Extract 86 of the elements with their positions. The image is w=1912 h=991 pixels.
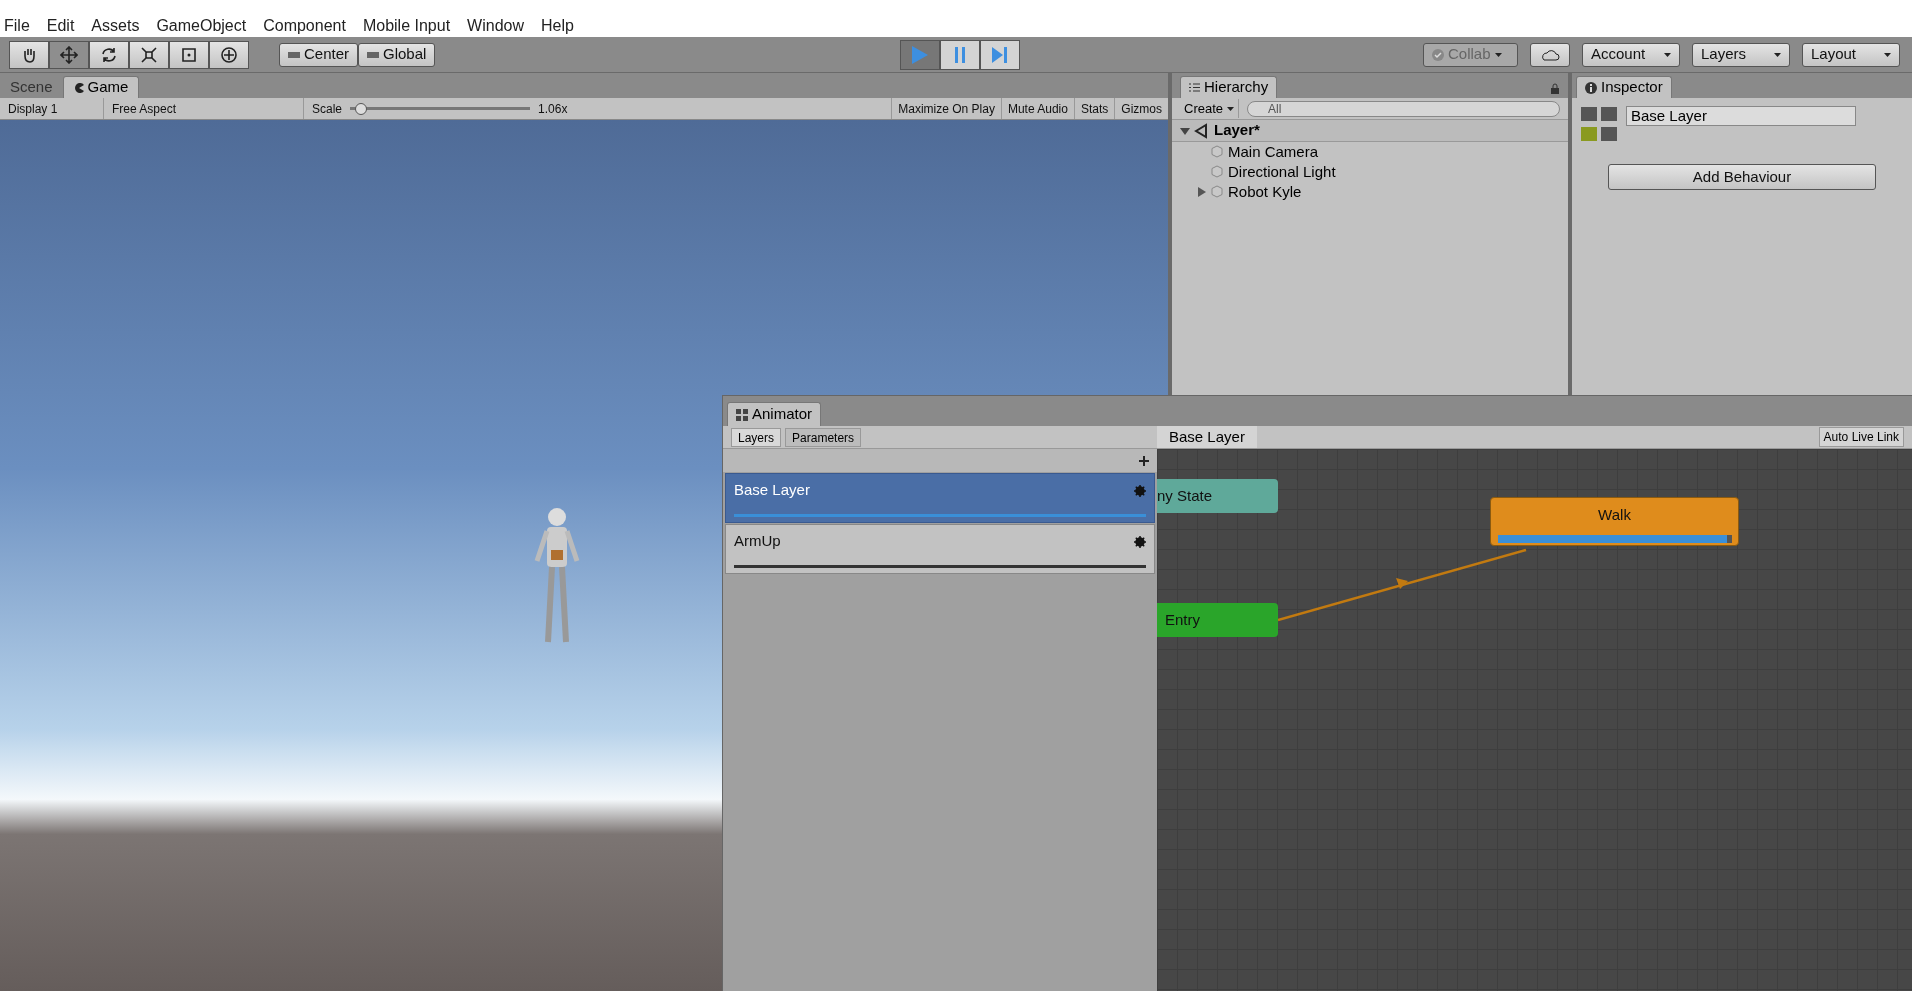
aspect-dropdown[interactable]: Free Aspect	[104, 98, 304, 119]
pacman-icon	[73, 82, 84, 93]
create-dropdown[interactable]: Create	[1180, 98, 1240, 119]
play-icon	[912, 45, 929, 64]
item-label: Robot Kyle	[1228, 181, 1302, 202]
pause-icon	[954, 46, 967, 63]
game-view-toggle[interactable]: Maximize On Play	[891, 98, 1001, 119]
breadcrumb[interactable]: Base Layer	[1157, 426, 1257, 448]
expand-arrow-icon[interactable]	[1180, 125, 1190, 136]
menu-item[interactable]: Component	[263, 13, 346, 38]
game-view-toggle[interactable]: Stats	[1073, 98, 1115, 119]
panel-tab[interactable]: Hierarchy	[1180, 76, 1278, 98]
cube-icon	[1210, 185, 1224, 199]
menu-item[interactable]: Mobile Input	[362, 13, 451, 38]
layers-dropdown[interactable]: Layers	[1692, 42, 1790, 67]
dropdown-caret-icon	[1494, 52, 1502, 57]
pivot-icon	[367, 49, 380, 60]
name-field[interactable]: Base Layer	[1626, 106, 1856, 126]
scale-slider-thumb[interactable]	[355, 102, 368, 115]
display-dropdown[interactable]: Display 1	[0, 98, 104, 119]
sidebar-tab[interactable]: Layers	[731, 427, 782, 447]
step-button[interactable]	[980, 39, 1021, 70]
game-view-toggle[interactable]: Mute Audio	[1000, 98, 1074, 119]
pivot-button[interactable]: Center	[279, 42, 359, 67]
hierarchy-item[interactable]: Robot Kyle	[1172, 182, 1568, 202]
view-tab[interactable]: Game	[62, 76, 140, 98]
hierarchy-item[interactable]: Main Camera	[1172, 142, 1568, 162]
add-behaviour-button[interactable]: Add Behaviour	[1608, 164, 1876, 190]
step-icon	[992, 46, 1009, 63]
view-tab[interactable]: Scene	[0, 76, 63, 98]
dropdown-caret-icon	[1884, 52, 1891, 57]
state-node[interactable]: Entry	[1157, 603, 1278, 637]
item-label: Main Camera	[1228, 141, 1319, 162]
panel-tab[interactable]: Inspector	[1576, 76, 1672, 98]
expand-arrow-icon	[1198, 187, 1206, 197]
scale-reading: 1.06x	[538, 100, 568, 118]
cloud-icon	[1540, 48, 1560, 61]
state-machine-icon	[1580, 106, 1618, 144]
tool-button[interactable]	[9, 40, 49, 69]
scale-icon	[140, 45, 158, 64]
pause-button[interactable]	[940, 39, 981, 70]
add-icon[interactable]	[1139, 455, 1149, 466]
rotate-icon	[100, 45, 118, 64]
dropdown-caret-icon	[1664, 52, 1671, 57]
tool-button[interactable]	[169, 40, 209, 69]
menu-item[interactable]: GameObject	[156, 13, 247, 38]
check-icon	[1432, 48, 1444, 61]
dropdown-caret-icon	[1774, 52, 1781, 57]
pivot-icon	[288, 49, 300, 60]
scale-slider[interactable]	[350, 102, 531, 115]
tool-button[interactable]	[89, 40, 129, 69]
item-label: Directional Light	[1228, 161, 1336, 182]
menu-item[interactable]: Window	[467, 13, 524, 38]
animator-layer-item[interactable]: ArmUp	[725, 524, 1155, 574]
info-icon	[1585, 81, 1597, 94]
menu-item[interactable]: Edit	[46, 13, 75, 38]
scene-row[interactable]: Layer*	[1172, 120, 1568, 142]
transform-icon	[220, 45, 238, 64]
cube-icon	[1210, 145, 1224, 159]
lock-icon[interactable]	[1550, 83, 1560, 94]
move-arrows-icon	[60, 45, 78, 64]
tool-button[interactable]	[49, 40, 89, 69]
scale-label: Scale	[312, 100, 343, 118]
menu-item[interactable]: File	[4, 13, 30, 38]
cube-icon	[1210, 165, 1224, 179]
menu-item[interactable]: Help	[541, 13, 574, 38]
menu-item[interactable]: Assets	[91, 13, 140, 38]
hierarchy-item[interactable]: Directional Light	[1172, 162, 1568, 182]
gear-icon[interactable]	[1134, 535, 1146, 548]
panel-tab[interactable]: Animator	[727, 402, 822, 426]
state-node[interactable]: Walk	[1490, 497, 1739, 546]
cloud-button[interactable]	[1530, 42, 1570, 67]
search-field[interactable]: All	[1247, 100, 1560, 117]
tool-button[interactable]	[129, 40, 169, 69]
auto-live-link-button[interactable]: Auto Live Link	[1818, 427, 1904, 447]
animator-layer-item[interactable]: Base Layer	[725, 473, 1155, 523]
account-dropdown[interactable]: Account	[1582, 42, 1680, 67]
tool-button[interactable]	[209, 40, 249, 69]
animator-icon	[736, 408, 748, 421]
list-icon	[1189, 83, 1200, 92]
layout-dropdown[interactable]: Layout	[1802, 42, 1900, 67]
dropdown-caret-icon	[1227, 106, 1235, 111]
pivot-button[interactable]: Global	[358, 42, 436, 67]
sidebar-tab[interactable]: Parameters	[785, 427, 862, 447]
rect-tool-icon	[180, 45, 198, 64]
state-node[interactable]: ny State	[1157, 479, 1278, 513]
